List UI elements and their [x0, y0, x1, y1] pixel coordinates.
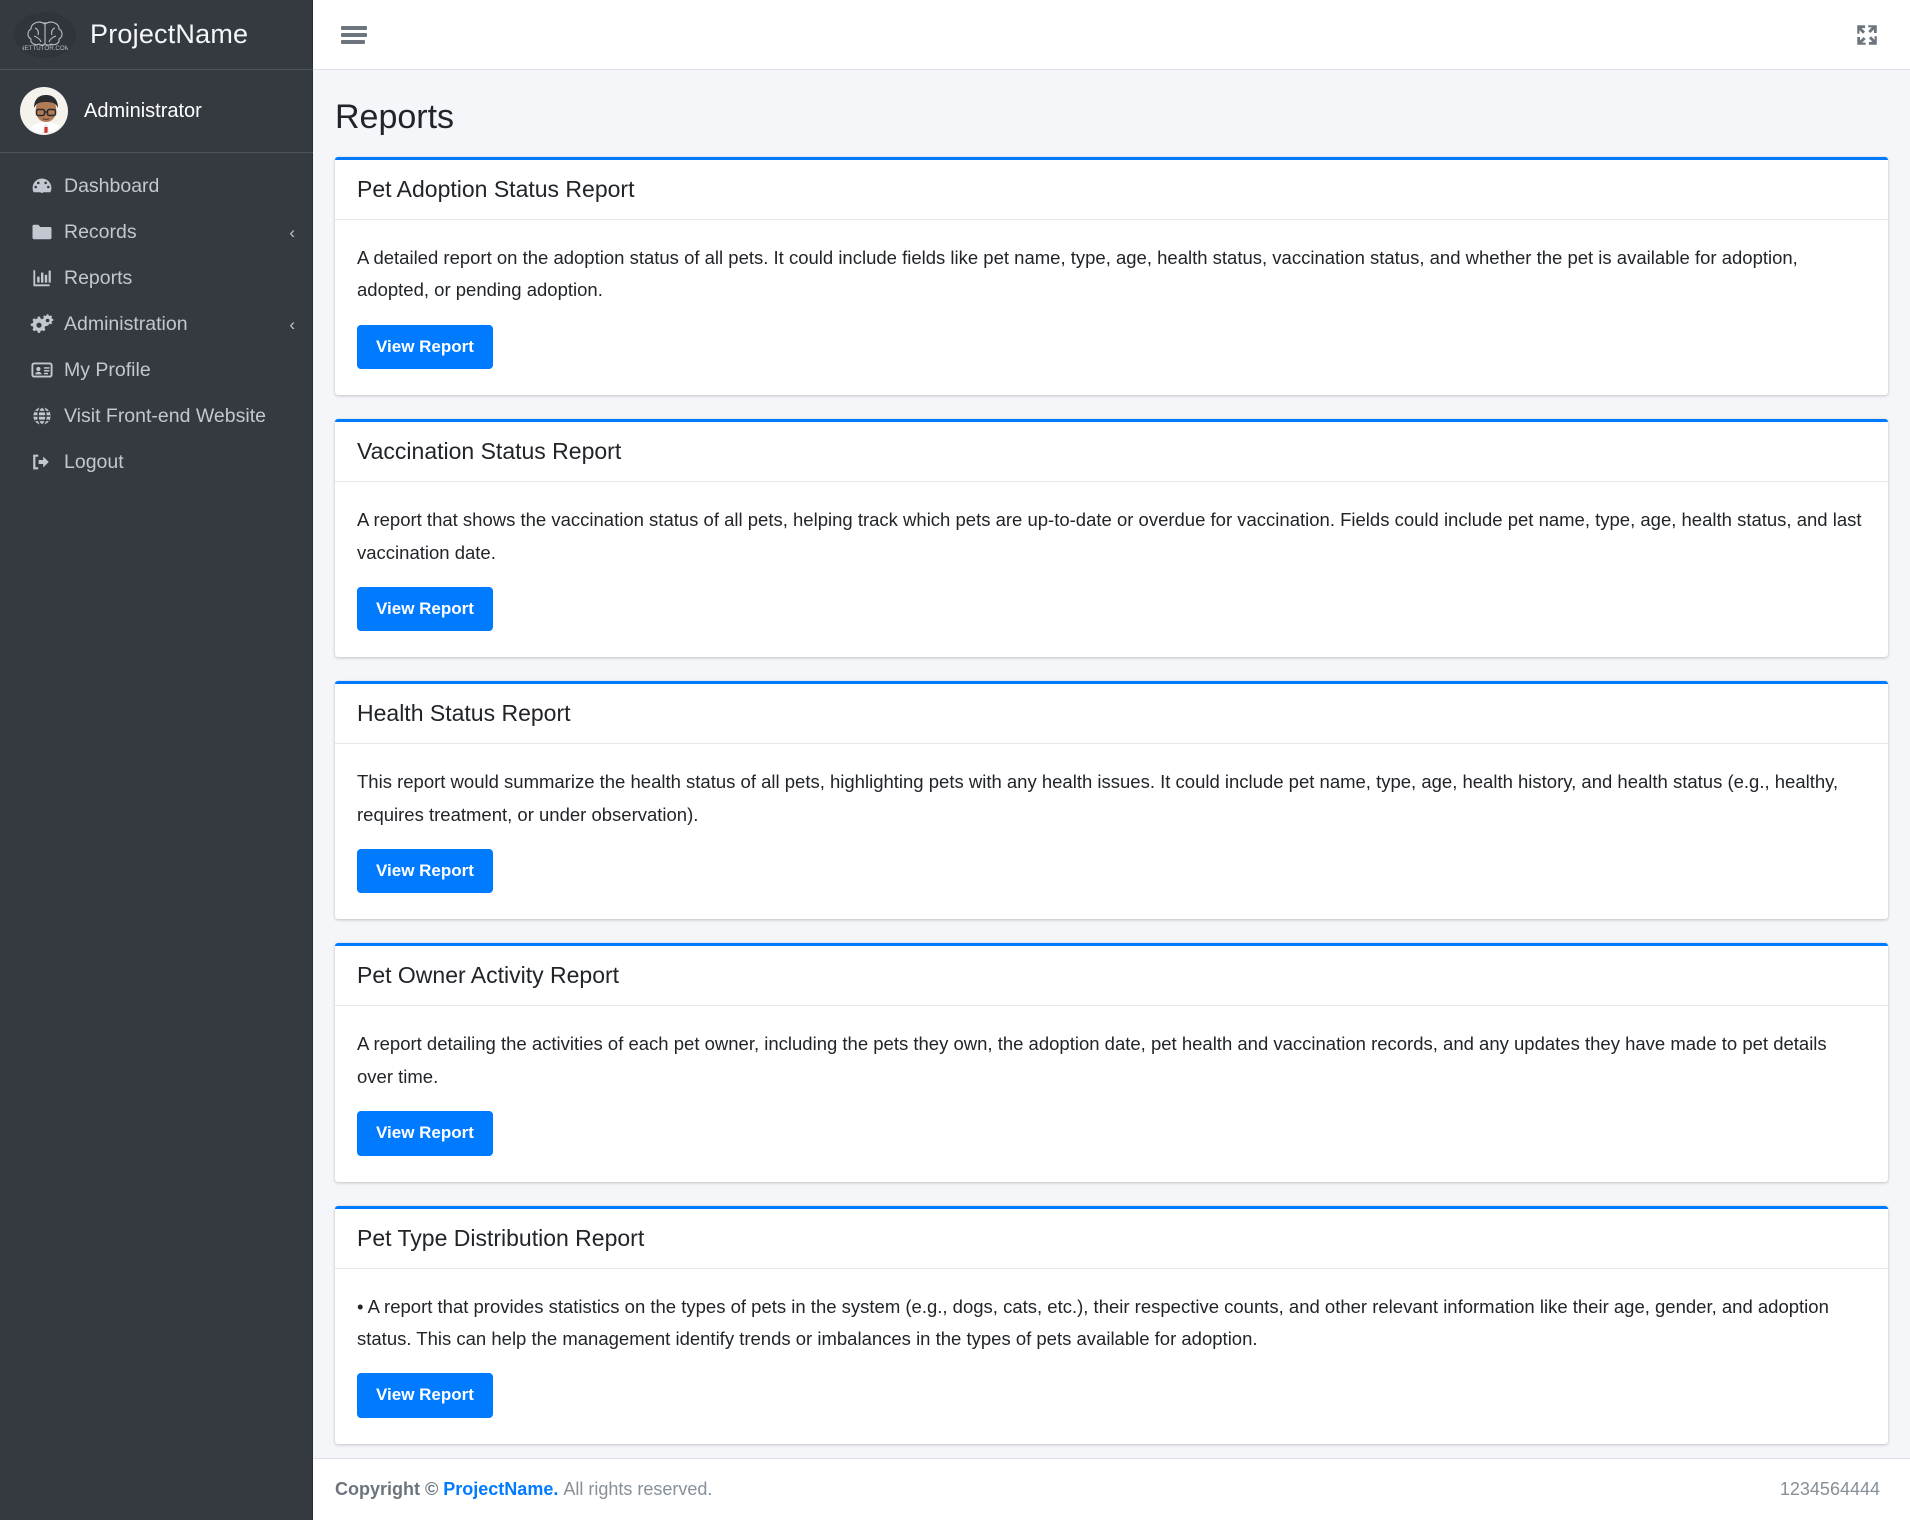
report-card: Pet Adoption Status Report A detailed re…	[335, 157, 1888, 395]
sidebar: NETTUTOR.COM ProjectName	[0, 0, 313, 1520]
report-card: Pet Type Distribution Report • A report …	[335, 1206, 1888, 1444]
sidebar-item-my-profile[interactable]: My Profile	[0, 347, 313, 393]
expand-arrows-icon[interactable]	[1854, 22, 1880, 48]
chevron-left-icon: ‹	[289, 316, 295, 333]
page-title: Reports	[313, 70, 1910, 157]
report-card-description: A detailed report on the adoption status…	[357, 242, 1866, 307]
user-name: Administrator	[84, 100, 202, 123]
report-card: Health Status Report This report would s…	[335, 681, 1888, 919]
view-report-button[interactable]: View Report	[357, 1111, 493, 1155]
sidebar-item-dashboard[interactable]: Dashboard	[0, 163, 313, 209]
gears-icon	[30, 312, 64, 336]
sidebar-nav: Dashboard Records ‹	[0, 153, 313, 485]
hamburger-menu-icon[interactable]	[341, 24, 367, 46]
brain-logo-icon: NETTUTOR.COM	[14, 12, 76, 58]
report-card-description: • A report that provides statistics on t…	[357, 1291, 1866, 1356]
report-card-header: Health Status Report	[335, 684, 1888, 744]
chevron-left-icon: ‹	[289, 224, 295, 241]
report-card-description: A report detailing the activities of eac…	[357, 1028, 1866, 1093]
footer-brand-link[interactable]: ProjectName.	[443, 1479, 558, 1500]
report-card-body: A report that shows the vaccination stat…	[335, 482, 1888, 657]
report-card-body: • A report that provides statistics on t…	[335, 1269, 1888, 1444]
svg-text:NETTUTOR.COM: NETTUTOR.COM	[22, 45, 68, 52]
report-card-title: Pet Owner Activity Report	[357, 962, 1866, 989]
brand-header[interactable]: NETTUTOR.COM ProjectName	[0, 0, 313, 70]
report-card-description: This report would summarize the health s…	[357, 766, 1866, 831]
report-card-header: Pet Adoption Status Report	[335, 160, 1888, 220]
logout-icon	[30, 450, 64, 474]
sidebar-item-label: Dashboard	[64, 175, 159, 198]
report-card-header: Pet Owner Activity Report	[335, 946, 1888, 1006]
sidebar-item-label: Visit Front-end Website	[64, 405, 266, 428]
report-card-description: A report that shows the vaccination stat…	[357, 504, 1866, 569]
sidebar-item-label: Records	[64, 221, 137, 244]
report-card-title: Pet Type Distribution Report	[357, 1225, 1866, 1252]
sidebar-item-label: Reports	[64, 267, 132, 290]
content-wrapper: Reports Pet Adoption Status Report A det…	[313, 70, 1910, 1458]
globe-icon	[30, 404, 64, 428]
footer-version: 1234564444	[1780, 1479, 1880, 1500]
footer-copyright: Copyright ©	[335, 1479, 438, 1500]
dashboard-tachometer-icon	[30, 174, 64, 198]
sidebar-item-label: Administration	[64, 313, 188, 336]
sidebar-item-label: My Profile	[64, 359, 151, 382]
main-area: Reports Pet Adoption Status Report A det…	[313, 0, 1910, 1520]
report-card-body: A report detailing the activities of eac…	[335, 1006, 1888, 1181]
view-report-button[interactable]: View Report	[357, 1373, 493, 1417]
chart-bar-icon	[30, 266, 64, 290]
view-report-button[interactable]: View Report	[357, 587, 493, 631]
view-report-button[interactable]: View Report	[357, 849, 493, 893]
brand-title: ProjectName	[90, 19, 248, 50]
view-report-button[interactable]: View Report	[357, 325, 493, 369]
report-card: Vaccination Status Report A report that …	[335, 419, 1888, 657]
footer-rights: All rights reserved.	[563, 1479, 712, 1500]
report-card-body: A detailed report on the adoption status…	[335, 220, 1888, 395]
sidebar-item-administration[interactable]: Administration ‹	[0, 301, 313, 347]
report-card-header: Pet Type Distribution Report	[335, 1209, 1888, 1269]
report-card-title: Vaccination Status Report	[357, 438, 1866, 465]
folder-icon	[30, 220, 64, 244]
sidebar-item-logout[interactable]: Logout	[0, 439, 313, 485]
id-card-icon	[30, 358, 64, 382]
topbar	[313, 0, 1910, 70]
user-panel[interactable]: Administrator	[0, 70, 313, 153]
sidebar-item-reports[interactable]: Reports	[0, 255, 313, 301]
sidebar-item-records[interactable]: Records ‹	[0, 209, 313, 255]
report-card: Pet Owner Activity Report A report detai…	[335, 943, 1888, 1181]
report-card-body: This report would summarize the health s…	[335, 744, 1888, 919]
reports-list: Pet Adoption Status Report A detailed re…	[313, 157, 1910, 1458]
sidebar-item-visit-frontend-website[interactable]: Visit Front-end Website	[0, 393, 313, 439]
user-avatar	[20, 87, 68, 135]
app-root: NETTUTOR.COM ProjectName	[0, 0, 1910, 1520]
sidebar-item-label: Logout	[64, 451, 124, 474]
report-card-title: Pet Adoption Status Report	[357, 176, 1866, 203]
report-card-title: Health Status Report	[357, 700, 1866, 727]
footer: Copyright © ProjectName. All rights rese…	[313, 1458, 1910, 1520]
report-card-header: Vaccination Status Report	[335, 422, 1888, 482]
